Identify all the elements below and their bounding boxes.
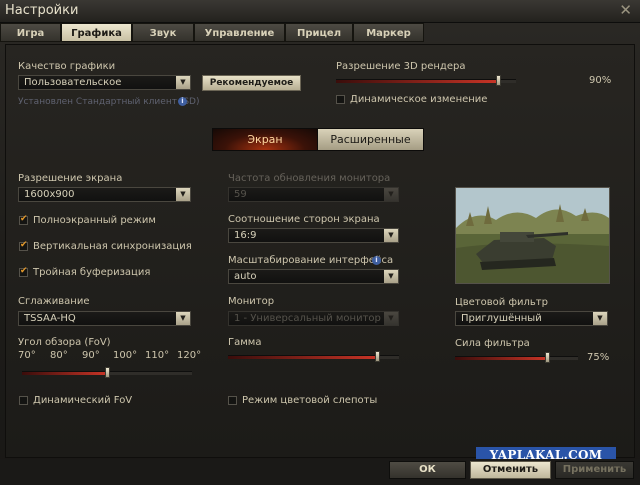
slider-fill <box>336 80 498 83</box>
resolution-label: Разрешение экрана <box>18 173 123 184</box>
slider-handle[interactable] <box>496 75 501 86</box>
vsync-checkbox[interactable] <box>19 240 28 251</box>
subtabs: Экран Расширенные <box>212 128 424 151</box>
fov-tick: 110° <box>145 350 170 361</box>
filter-strength-value: 75% <box>587 352 610 363</box>
fov-label: Угол обзора (FoV) <box>18 337 111 348</box>
dynamic-fov-checkbox[interactable] <box>19 396 28 405</box>
chevron-down-icon: ▼ <box>384 229 398 242</box>
slider-fill <box>455 357 547 360</box>
ui-scale-select[interactable]: auto ▼ <box>228 269 399 284</box>
tab-sight[interactable]: Прицел <box>285 23 353 42</box>
aa-select[interactable]: TSSAA-HQ ▼ <box>18 311 191 326</box>
color-filter-value: Приглушённый <box>461 313 542 324</box>
main-tabs: Игра Графика Звук Управление Прицел Марк… <box>0 23 640 42</box>
quality-label: Качество графики <box>18 61 116 72</box>
fov-slider[interactable] <box>22 367 192 378</box>
dynamic-resolution-label: Динамическое изменение <box>350 94 488 105</box>
fov-tick: 70° <box>18 350 36 361</box>
chevron-down-icon: ▼ <box>176 188 190 201</box>
filter-strength-label: Сила фильтра <box>455 338 530 349</box>
tab-game[interactable]: Игра <box>0 23 61 42</box>
color-filter-select[interactable]: Приглушённый ▼ <box>455 311 608 326</box>
aa-value: TSSAA-HQ <box>24 313 76 324</box>
slider-handle[interactable] <box>375 351 380 362</box>
chevron-down-icon: ▼ <box>176 76 190 89</box>
fullscreen-checkbox[interactable] <box>19 214 28 225</box>
client-note: Установлен Стандартный клиент (SD) <box>18 97 200 107</box>
fov-tick: 100° <box>113 350 138 361</box>
graphics-preview-image <box>455 187 610 284</box>
resolution-value: 1600x900 <box>24 189 75 200</box>
ui-scale-label: Масштабирование интерфейса <box>228 255 394 266</box>
slider-handle[interactable] <box>545 352 550 363</box>
aspect-label: Соотношение сторон экрана <box>228 214 380 225</box>
gamma-label: Гамма <box>228 337 262 348</box>
vsync-label: Вертикальная синхронизация <box>33 241 192 252</box>
window-title: Настройки <box>5 3 79 18</box>
resolution-select[interactable]: 1600x900 ▼ <box>18 187 191 202</box>
ok-button[interactable]: ОК <box>389 461 466 479</box>
filter-strength-slider[interactable] <box>455 352 578 363</box>
subtab-advanced[interactable]: Расширенные <box>318 129 423 150</box>
chevron-down-icon: ▼ <box>384 312 398 325</box>
refresh-label: Частота обновления монитора <box>228 173 391 184</box>
refresh-select: 59 ▼ <box>228 187 399 202</box>
dynamic-fov-label: Динамический FoV <box>33 395 133 406</box>
chevron-down-icon: ▼ <box>384 270 398 283</box>
tab-sound[interactable]: Звук <box>132 23 194 42</box>
refresh-value: 59 <box>234 189 247 200</box>
slider-handle[interactable] <box>105 367 110 378</box>
monitor-select: 1 - Универсальный монитор PnP ( ▼ <box>228 311 399 326</box>
render-resolution-value: 90% <box>589 75 612 86</box>
slider-fill <box>22 372 107 375</box>
dynamic-resolution-checkbox[interactable] <box>336 95 345 104</box>
info-icon[interactable]: i <box>178 97 187 106</box>
info-icon[interactable]: i <box>372 256 381 265</box>
tab-marker[interactable]: Маркер <box>353 23 424 42</box>
monitor-value: 1 - Универсальный монитор PnP ( <box>234 313 399 324</box>
aa-label: Сглаживание <box>18 296 90 307</box>
render-resolution-slider[interactable] <box>336 75 516 86</box>
tab-controls[interactable]: Управление <box>194 23 285 42</box>
triple-buffer-label: Тройная буферизация <box>33 267 151 278</box>
title-bar: Настройки ✕ <box>0 0 640 23</box>
quality-value: Пользовательское <box>24 77 122 88</box>
chevron-down-icon: ▼ <box>384 188 398 201</box>
apply-button[interactable]: Применить <box>555 461 634 479</box>
colorblind-label: Режим цветовой слепоты <box>242 395 378 406</box>
fullscreen-label: Полноэкранный режим <box>33 215 156 226</box>
gamma-slider[interactable] <box>228 351 399 362</box>
colorblind-checkbox[interactable] <box>228 396 237 405</box>
fov-tick: 90° <box>82 350 100 361</box>
aspect-value: 16:9 <box>234 230 257 241</box>
recommended-button[interactable]: Рекомендуемое <box>202 75 301 91</box>
fov-tick: 80° <box>50 350 68 361</box>
render-resolution-label: Разрешение 3D рендера <box>336 61 466 72</box>
subtab-screen[interactable]: Экран <box>213 129 317 150</box>
fov-tick: 120° <box>177 350 202 361</box>
ui-scale-value: auto <box>234 271 257 282</box>
chevron-down-icon: ▼ <box>593 312 607 325</box>
settings-window: Настройки ✕ Игра Графика Звук Управление… <box>0 0 640 485</box>
chevron-down-icon: ▼ <box>176 312 190 325</box>
close-icon[interactable]: ✕ <box>619 1 632 19</box>
triple-buffer-checkbox[interactable] <box>19 266 28 277</box>
color-filter-label: Цветовой фильтр <box>455 297 548 308</box>
tab-graphics[interactable]: Графика <box>61 23 132 42</box>
quality-select[interactable]: Пользовательское ▼ <box>18 75 191 90</box>
cancel-button[interactable]: Отменить <box>470 461 551 479</box>
aspect-select[interactable]: 16:9 ▼ <box>228 228 399 243</box>
monitor-label: Монитор <box>228 296 275 307</box>
slider-fill <box>228 356 377 359</box>
